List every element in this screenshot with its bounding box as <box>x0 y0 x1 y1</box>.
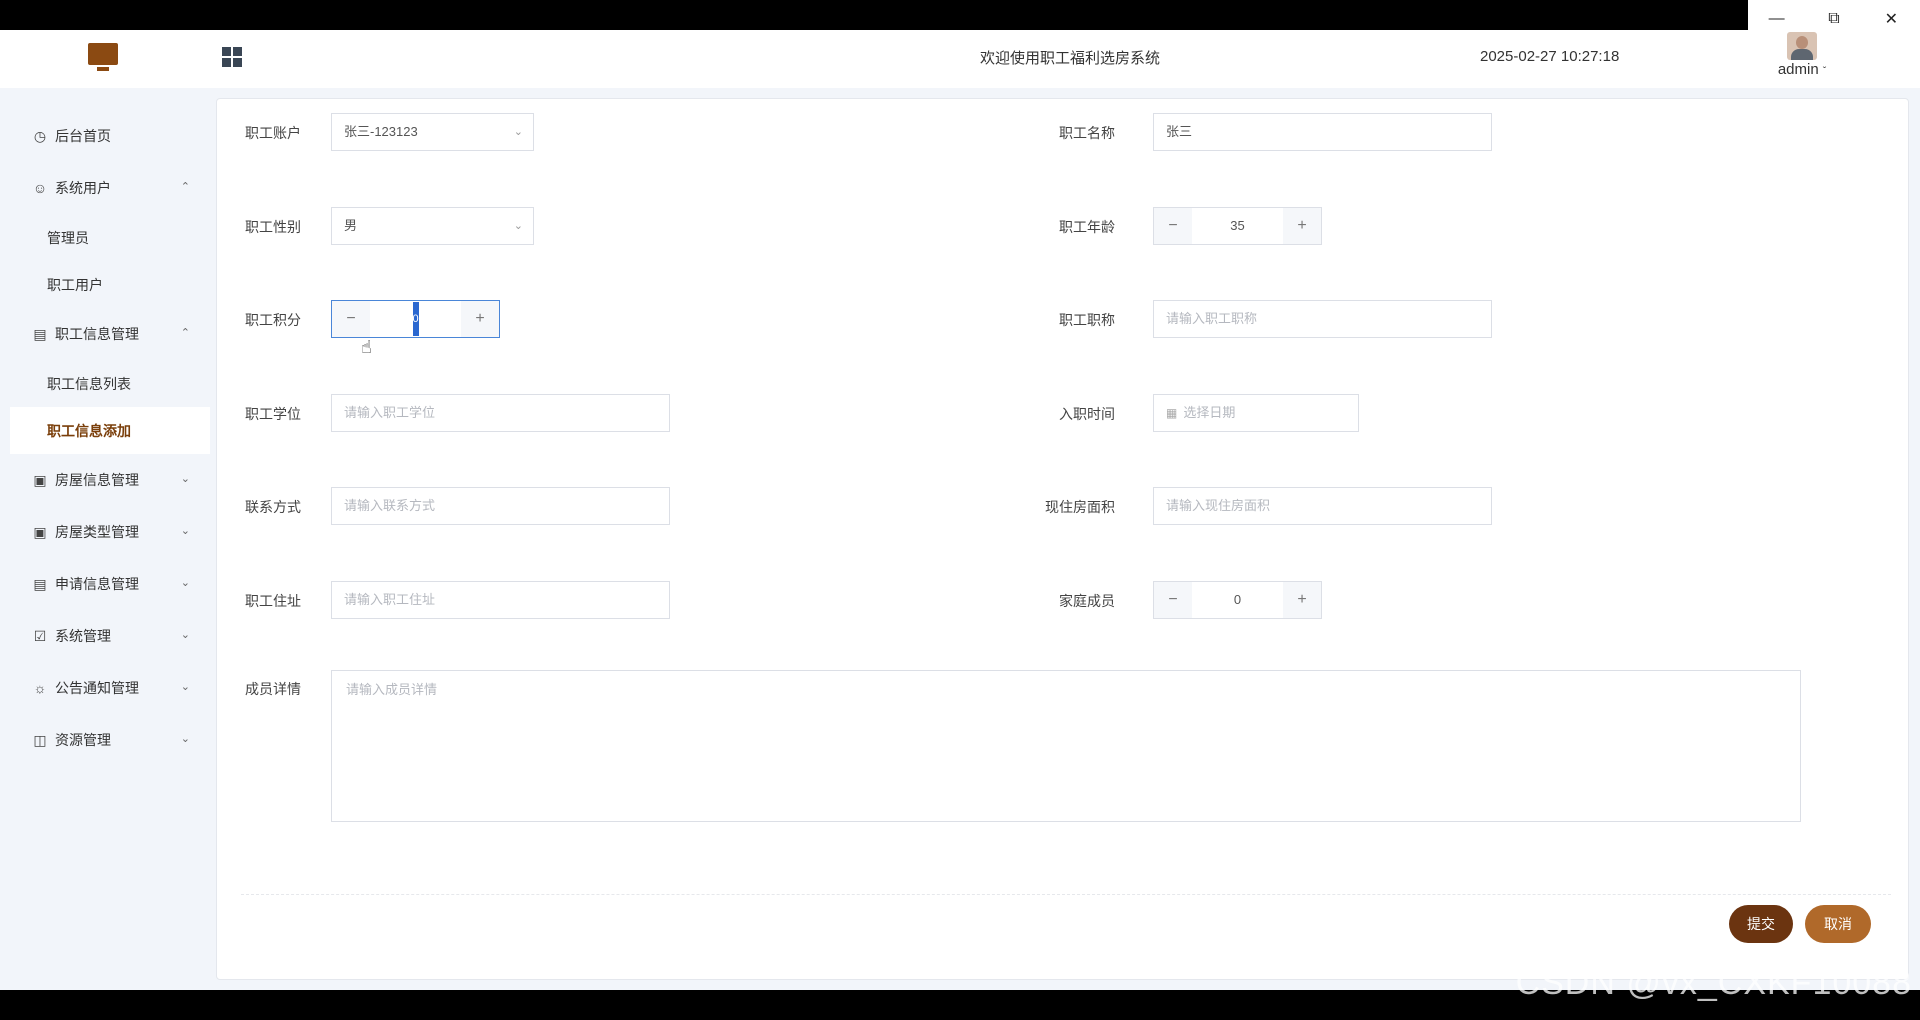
user-menu[interactable]: admin ˇ <box>1770 32 1834 78</box>
sidebar-subitem-admin[interactable]: 管理员 <box>0 214 210 261</box>
sidebar-item-system-users[interactable]: ☺ 系统用户 ⌃ <box>0 162 210 214</box>
plus-icon[interactable]: + <box>1283 582 1321 618</box>
plus-icon[interactable]: + <box>461 301 499 337</box>
address-input[interactable]: 请输入职工住址 <box>331 581 670 619</box>
contact-label: 联系方式 <box>237 497 301 517</box>
chevron-down-icon: ⌄ <box>514 208 523 244</box>
points-stepper[interactable]: − 0 + <box>331 300 500 338</box>
name-input[interactable]: 张三 <box>1153 113 1492 151</box>
age-label: 职工年龄 <box>1047 217 1115 237</box>
minus-icon[interactable]: − <box>332 301 370 337</box>
submit-button[interactable]: 提交 <box>1729 905 1793 943</box>
image-icon: ▣ <box>32 472 48 488</box>
sidebar-item-label: 系统管理 <box>55 626 111 646</box>
chevron-down-icon: ⌄ <box>181 524 190 537</box>
members-label: 成员详情 <box>237 679 301 699</box>
sun-icon: ☼ <box>32 680 48 696</box>
chevron-down-icon: ⌄ <box>181 628 190 641</box>
family-stepper[interactable]: − 0 + <box>1153 581 1322 619</box>
sidebar-subitem-staff-add[interactable]: 职工信息添加 <box>10 407 210 454</box>
minus-icon[interactable]: − <box>1154 208 1192 244</box>
gender-label: 职工性别 <box>237 217 301 237</box>
chevron-down-icon: ⌄ <box>181 680 190 693</box>
sidebar-item-staff-info[interactable]: ▤ 职工信息管理 ⌃ <box>0 308 210 360</box>
chevron-up-icon: ⌃ <box>181 326 190 339</box>
chevron-down-icon: ⌄ <box>181 732 190 745</box>
username: admin <box>1778 61 1819 78</box>
minus-icon[interactable]: − <box>1154 582 1192 618</box>
job-title-input[interactable]: 请输入职工职称 <box>1153 300 1492 338</box>
card-icon: ▤ <box>32 576 48 592</box>
area-label: 现住房面积 <box>1029 497 1115 517</box>
degree-input[interactable]: 请输入职工学位 <box>331 394 670 432</box>
sidebar-item-system-mgmt[interactable]: ☑ 系统管理 ⌄ <box>0 610 210 662</box>
chevron-down-icon: ˇ <box>1823 66 1826 77</box>
sidebar: ◷ 后台首页 ☺ 系统用户 ⌃ 管理员 职工用户 ▤ 职工信息管理 ⌃ 职工信息… <box>0 88 210 990</box>
chevron-down-icon: ⌄ <box>181 576 190 589</box>
chevron-down-icon: ⌄ <box>181 472 190 485</box>
age-stepper[interactable]: − 35 + <box>1153 207 1322 245</box>
points-label: 职工积分 <box>237 310 301 330</box>
sidebar-item-label: 房屋类型管理 <box>55 522 139 542</box>
sidebar-subitem-staff-list[interactable]: 职工信息列表 <box>0 360 210 407</box>
area-input[interactable]: 请输入现住房面积 <box>1153 487 1492 525</box>
sidebar-item-label: 公告通知管理 <box>55 678 139 698</box>
hire-date-placeholder: 选择日期 <box>1183 405 1235 420</box>
sidebar-item-label: 职工信息管理 <box>55 324 139 344</box>
hire-date-picker[interactable]: ▦ 选择日期 <box>1153 394 1359 432</box>
age-value[interactable]: 35 <box>1192 208 1283 244</box>
cancel-button[interactable]: 取消 <box>1805 905 1871 943</box>
contact-input[interactable]: 请输入联系方式 <box>331 487 670 525</box>
sidebar-item-label: 申请信息管理 <box>55 574 139 594</box>
members-textarea[interactable]: 请输入成员详情 <box>331 670 1801 822</box>
family-label: 家庭成员 <box>1047 591 1115 611</box>
card-icon: ▤ <box>32 326 48 342</box>
grid-menu-icon[interactable] <box>222 47 242 67</box>
gender-value: 男 <box>344 218 357 233</box>
account-select[interactable]: 张三-123123 ⌄ <box>331 113 534 151</box>
image-icon: ▣ <box>32 524 48 540</box>
hand-pointer-icon: ☝ <box>361 337 372 358</box>
gender-select[interactable]: 男 ⌄ <box>331 207 534 245</box>
main-content: 职工账户 张三-123123 ⌄ 职工名称 张三 职工性别 男 ⌄ 职工年龄 −… <box>210 88 1920 990</box>
sidebar-item-label: 后台首页 <box>55 126 111 146</box>
box-icon: ◫ <box>32 732 48 748</box>
system-title: 欢迎使用职工福利选房系统 <box>920 47 1220 68</box>
sidebar-item-applications[interactable]: ▤ 申请信息管理 ⌄ <box>0 558 210 610</box>
sidebar-subitem-staff-users[interactable]: 职工用户 <box>0 261 210 308</box>
sidebar-item-home[interactable]: ◷ 后台首页 <box>0 110 210 162</box>
check-card-icon: ☑ <box>32 628 48 644</box>
name-label: 职工名称 <box>1047 123 1115 143</box>
calendar-icon: ▦ <box>1166 406 1177 420</box>
avatar[interactable] <box>1787 32 1817 60</box>
clock-icon: ◷ <box>32 128 48 144</box>
divider <box>241 894 1891 895</box>
account-value: 张三-123123 <box>344 124 418 139</box>
plus-icon[interactable]: + <box>1283 208 1321 244</box>
chevron-down-icon: ⌄ <box>514 114 523 150</box>
degree-label: 职工学位 <box>237 404 301 424</box>
sidebar-item-resources[interactable]: ◫ 资源管理 ⌄ <box>0 714 210 766</box>
datetime: 2025-02-27 10:27:18 <box>1480 48 1619 65</box>
account-label: 职工账户 <box>237 123 301 143</box>
points-input[interactable]: 0 <box>370 301 461 337</box>
hire-date-label: 入职时间 <box>1047 404 1115 424</box>
form-card: 职工账户 张三-123123 ⌄ 职工名称 张三 职工性别 男 ⌄ 职工年龄 −… <box>216 98 1909 980</box>
logo-monitor-icon <box>88 43 118 65</box>
sidebar-item-house-info[interactable]: ▣ 房屋信息管理 ⌄ <box>0 454 210 506</box>
sidebar-item-notices[interactable]: ☼ 公告通知管理 ⌄ <box>0 662 210 714</box>
watermark: CSDN @vx_CXKF10088 <box>1516 964 1912 1003</box>
sidebar-item-label: 资源管理 <box>55 730 111 750</box>
address-label: 职工住址 <box>237 591 301 611</box>
family-value[interactable]: 0 <box>1192 582 1283 618</box>
chevron-up-icon: ⌃ <box>181 180 190 193</box>
app-header: 欢迎使用职工福利选房系统 2025-02-27 10:27:18 admin ˇ <box>0 30 1920 88</box>
title-label: 职工职称 <box>1047 310 1115 330</box>
window-titlebar <box>0 0 1920 30</box>
sidebar-item-house-type[interactable]: ▣ 房屋类型管理 ⌄ <box>0 506 210 558</box>
sidebar-item-label: 系统用户 <box>55 178 111 198</box>
user-icon: ☺ <box>32 180 48 196</box>
points-value: 0 <box>413 302 419 336</box>
sidebar-item-label: 房屋信息管理 <box>55 470 139 490</box>
